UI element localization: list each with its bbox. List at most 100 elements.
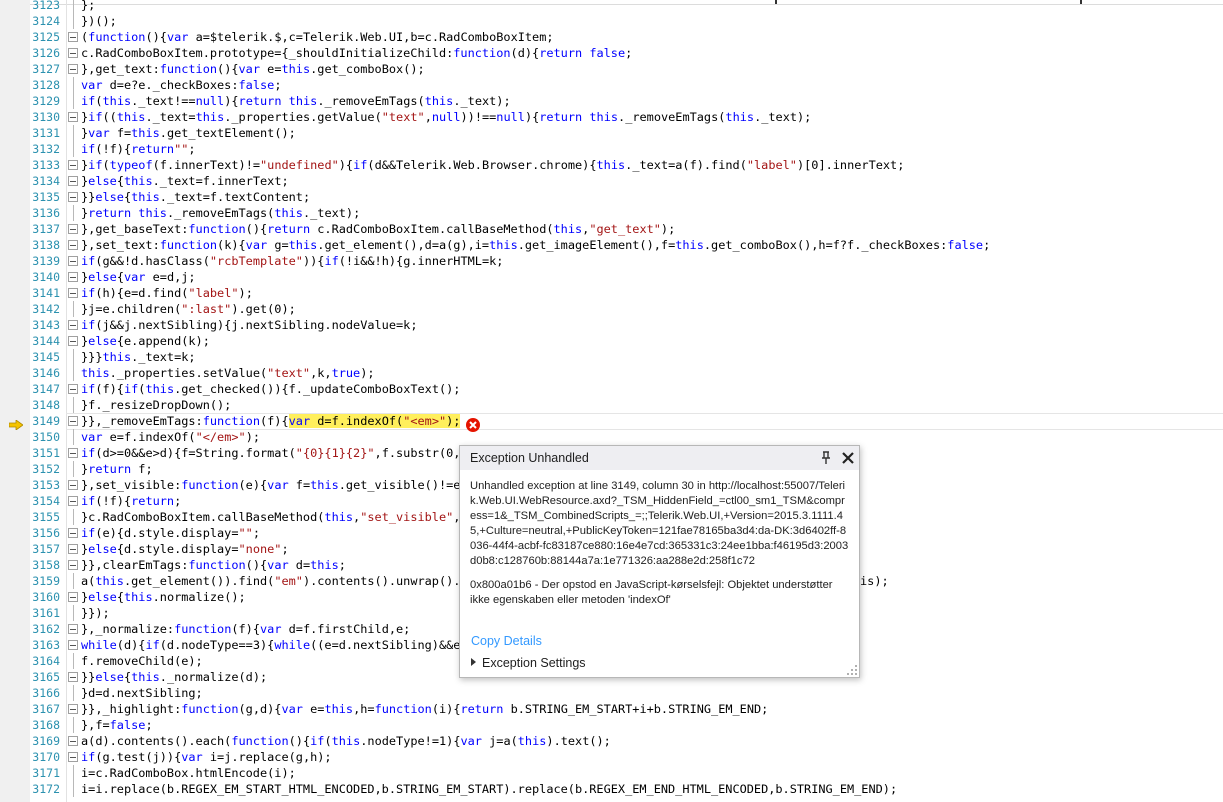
code-line[interactable]: 3140}else{var e=d,j; (0, 269, 1223, 285)
code-line[interactable]: 3130}if((this._text=this._properties.get… (0, 109, 1223, 125)
fold-guide (73, 365, 74, 381)
fold-guide (73, 77, 74, 93)
code-line[interactable]: 3148}f._resizeDropDown(); (0, 397, 1223, 413)
line-number: 3130 (32, 110, 60, 124)
code-line[interactable]: 3127},get_text:function(){var e=this.get… (0, 61, 1223, 77)
code-line[interactable]: 3142}j=e.children(":last").get(0); (0, 301, 1223, 317)
collapse-region-icon[interactable] (68, 64, 78, 74)
code-line[interactable]: 3144}else{e.append(k); (0, 333, 1223, 349)
code-line[interactable]: 3139 if(g&&!d.hasClass("rcbTemplate")){if… (0, 253, 1223, 269)
exception-settings-toggle[interactable]: Exception Settings (471, 656, 586, 670)
code-line[interactable]: 3147 if(f){if(this.get_checked()){f._upda… (0, 381, 1223, 397)
line-number: 3152 (32, 462, 60, 476)
line-number: 3155 (32, 510, 60, 524)
line-number: 3159 (32, 574, 60, 588)
collapse-region-icon[interactable] (68, 752, 78, 762)
collapse-region-icon[interactable] (68, 528, 78, 538)
fold-guide (73, 141, 74, 157)
line-number: 3144 (32, 334, 60, 348)
collapse-region-icon[interactable] (68, 176, 78, 186)
collapse-region-icon[interactable] (68, 272, 78, 282)
collapse-region-icon[interactable] (68, 704, 78, 714)
code-line[interactable]: 3137},get_baseText:function(){return c.R… (0, 221, 1223, 237)
fold-guide (73, 301, 74, 317)
code-text: if(!f){return""; (81, 142, 196, 156)
collapse-region-icon[interactable] (68, 32, 78, 42)
collapse-region-icon[interactable] (68, 288, 78, 298)
collapse-region-icon[interactable] (68, 496, 78, 506)
code-line[interactable]: 3125 (function(){var a=$telerik.$,c=Teler… (0, 29, 1223, 45)
collapse-region-icon[interactable] (68, 624, 78, 634)
code-line[interactable]: 3126 c.RadComboBoxItem.prototype={_should… (0, 45, 1223, 61)
fold-guide (73, 397, 74, 413)
code-line[interactable]: 3131}var f=this.get_textElement(); (0, 125, 1223, 141)
code-line[interactable]: 3134}else{this._text=f.innerText; (0, 173, 1223, 189)
code-line[interactable]: 3132 if(!f){return""; (0, 141, 1223, 157)
code-text: if(e){d.style.display=""; (81, 526, 261, 540)
code-editor[interactable]: 3123}; 3124})(); 3125 (function(){var a=$te… (0, 0, 1223, 802)
code-line[interactable]: 3166}d=d.nextSibling; (0, 685, 1223, 701)
collapse-region-icon[interactable] (68, 224, 78, 234)
collapse-region-icon[interactable] (68, 640, 78, 650)
resize-grip-icon[interactable] (847, 665, 857, 675)
collapse-region-icon[interactable] (68, 480, 78, 490)
collapse-region-icon[interactable] (68, 384, 78, 394)
code-line[interactable]: 3143 if(j&&j.nextSibling){j.nextSibling.n… (0, 317, 1223, 333)
code-line[interactable]: 3167}},_highlight:function(g,d){var e=th… (0, 701, 1223, 717)
collapse-region-icon[interactable] (68, 416, 78, 426)
line-number: 3143 (32, 318, 60, 332)
line-number: 3172 (32, 782, 60, 796)
collapse-region-icon[interactable] (68, 48, 78, 58)
line-number: 3123 (32, 0, 60, 12)
code-line[interactable]: 3128 var d=e?e._checkBoxes:false; (0, 77, 1223, 93)
collapse-region-icon[interactable] (68, 192, 78, 202)
close-icon[interactable] (840, 450, 856, 466)
collapse-region-icon[interactable] (68, 112, 78, 122)
code-line[interactable]: 3146 this._properties.setValue("text",k,t… (0, 365, 1223, 381)
code-text: while(d){if(d.nodeType==3){while((e=d.ne… (81, 638, 468, 652)
collapse-region-icon[interactable] (68, 672, 78, 682)
code-line[interactable]: 3150 var e=f.indexOf("</em>"); (0, 429, 1223, 445)
code-text: this._properties.setValue("text",k,true)… (81, 366, 375, 380)
collapse-region-icon[interactable] (68, 336, 78, 346)
code-line[interactable]: 3133}if(typeof(f.innerText)!="undefined"… (0, 157, 1223, 173)
code-line[interactable]: 3168},f=false; (0, 717, 1223, 733)
code-line[interactable]: 3129 if(this._text!==null){return this._r… (0, 93, 1223, 109)
execution-pointer-icon (9, 420, 23, 430)
collapse-region-icon[interactable] (68, 448, 78, 458)
error-circle-icon[interactable] (465, 417, 481, 433)
code-line[interactable]: 3123}; (0, 0, 1223, 13)
fold-guide (73, 509, 74, 525)
code-line[interactable]: 3171 i=c.RadComboBox.htmlEncode(i); (0, 765, 1223, 781)
collapse-region-icon[interactable] (68, 736, 78, 746)
collapse-region-icon[interactable] (68, 560, 78, 570)
code-line[interactable]: 3169 a(d).contents().each(function(){if(t… (0, 733, 1223, 749)
code-line[interactable]: 3136}return this._removeEmTags(this._tex… (0, 205, 1223, 221)
pin-icon[interactable] (820, 451, 832, 465)
code-line[interactable]: 3170 if(g.test(j)){var i=j.replace(g,h); (0, 749, 1223, 765)
code-text: }}else{this._text=f.textContent; (81, 190, 311, 204)
line-number: 3164 (32, 654, 60, 668)
collapse-region-icon[interactable] (68, 160, 78, 170)
code-line[interactable]: 3145}}}this._text=k; (0, 349, 1223, 365)
code-text: a(this.get_element()).find("em").content… (81, 574, 468, 588)
code-text: }else{d.style.display="none"; (81, 542, 289, 556)
collapse-region-icon[interactable] (68, 240, 78, 250)
collapse-region-icon[interactable] (68, 592, 78, 602)
code-text: }},_highlight:function(g,d){var e=this,h… (81, 702, 769, 716)
code-text: },get_text:function(){var e=this.get_com… (81, 62, 425, 76)
exception-popup[interactable]: Exception Unhandled Unhandled exception … (459, 445, 860, 678)
code-text: }}else{this._normalize(d); (81, 670, 268, 684)
code-line[interactable]: 3141 if(h){e=d.find("label"); (0, 285, 1223, 301)
code-line[interactable]: 3149}},_removeEmTags:function(f){var d=f… (0, 413, 1223, 430)
copy-details-link[interactable]: Copy Details (471, 634, 542, 648)
collapse-region-icon[interactable] (68, 544, 78, 554)
collapse-region-icon[interactable] (68, 256, 78, 266)
code-line[interactable]: 3135}}else{this._text=f.textContent; (0, 189, 1223, 205)
code-text: },set_text:function(k){var g=this.get_el… (81, 238, 991, 252)
code-line[interactable]: 3172 i=i.replace(b.REGEX_EM_START_HTML_EN… (0, 781, 1223, 797)
collapse-region-icon[interactable] (68, 320, 78, 330)
code-line[interactable]: 3124})(); (0, 13, 1223, 29)
code-line[interactable]: 3138},set_text:function(k){var g=this.ge… (0, 237, 1223, 253)
exception-message: Unhandled exception at line 3149, column… (470, 480, 849, 567)
